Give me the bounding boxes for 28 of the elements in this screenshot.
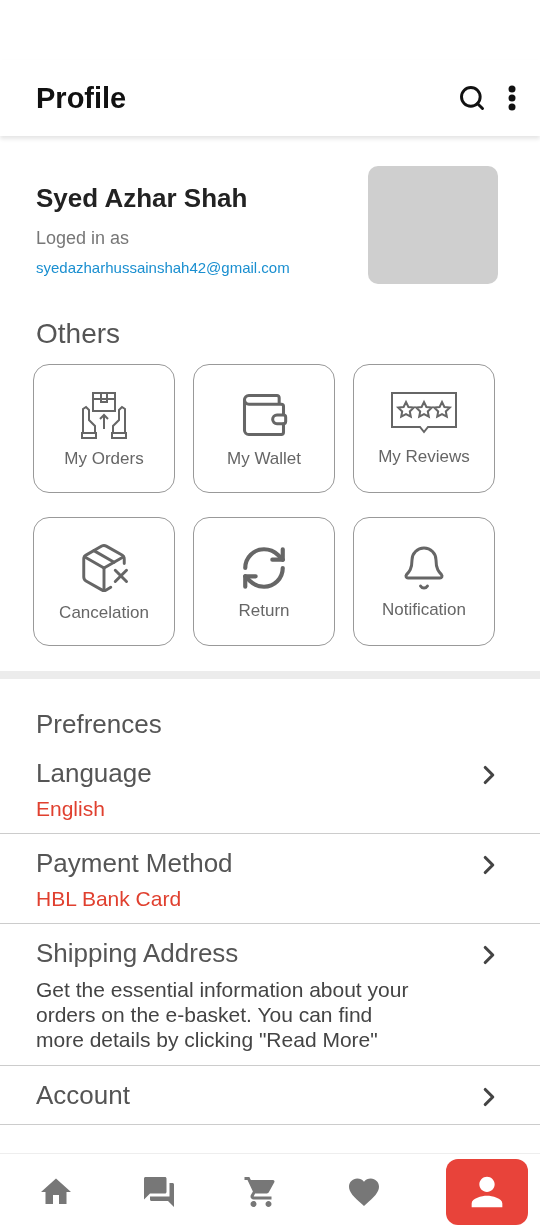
shortcut-tile[interactable]: My Orders [33,364,175,493]
shortcut-tile[interactable]: Return [193,517,335,646]
settings-row[interactable]: Account [0,1065,540,1125]
search-icon [458,84,486,112]
settings-row[interactable]: Language English [0,744,540,834]
user-email: syedazharhussainshah42@gmail.com [36,259,291,276]
row-title: Payment Method [36,848,234,879]
settings-row[interactable]: Payment Method HBL Bank Card [0,834,540,924]
nav-tab[interactable] [446,1159,528,1225]
row-value: English [36,797,106,821]
shortcut-tile[interactable]: Notification [353,517,495,646]
shortcut-tile[interactable]: My Wallet [193,364,335,493]
more-icon [508,85,516,111]
user-name: Syed Azhar Shah [36,183,249,214]
section-heading: Others [35,317,122,350]
more-button[interactable] [508,85,516,111]
row-title: Language [36,758,153,789]
row-description: Get the essential information about your orders on the e-basket. You can find more details by clicking "Read More" [36,977,410,1053]
row-title: Shipping Address [36,938,240,969]
settings-row[interactable]: Shipping Address Get the essential information about your orders on the e-basket. You can find more details by clicking "Read More" [0,924,540,1066]
login-status: Loged in as [36,228,131,249]
search-button[interactable] [458,84,486,112]
shortcut-tile[interactable]: My Reviews [353,364,495,493]
row-value: HBL Bank Card [36,887,183,911]
shortcut-tile[interactable]: Cancelation [33,517,175,646]
section-heading: Prefrences [35,708,163,741]
row-title: Account [36,1079,131,1111]
page-title: Profile [36,81,128,115]
